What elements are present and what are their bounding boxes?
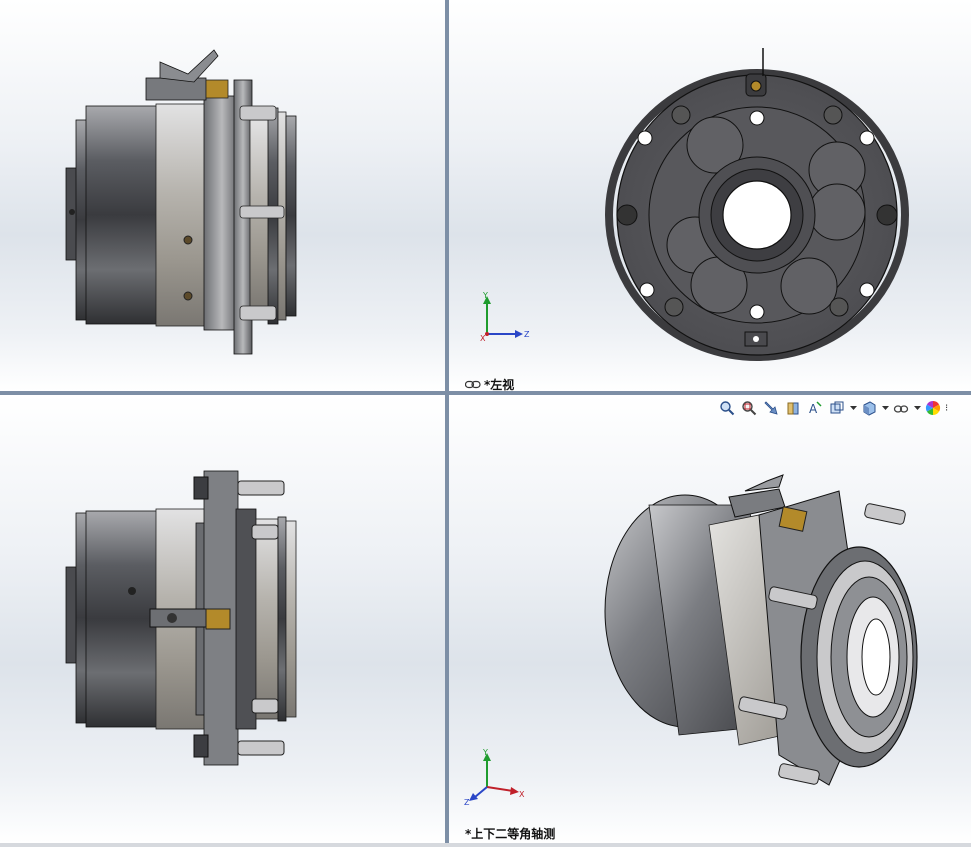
- axis-triad-iso: Y X Z: [464, 748, 525, 807]
- viewport-front[interactable]: [0, 0, 445, 391]
- zoom-to-fit-button[interactable]: [717, 399, 737, 417]
- view-orientation-button[interactable]: [827, 399, 847, 417]
- zoom-to-area-button[interactable]: [739, 399, 759, 417]
- view-name-iso: *上下二等角轴测: [465, 825, 555, 842]
- appearance-button[interactable]: [923, 399, 943, 417]
- viewport-left[interactable]: Y Z X *左视: [449, 0, 971, 391]
- zoom-to-fit-icon: [720, 401, 735, 416]
- toolbar-overflow[interactable]: ⁝: [945, 403, 953, 414]
- viewport-iso[interactable]: A ⁝ Y X Z *上下二等角轴测: [449, 395, 971, 843]
- dynamic-annotation-icon: A: [809, 401, 822, 416]
- zoom-to-area-icon: [742, 401, 757, 416]
- axis-y-label: Y: [482, 291, 488, 300]
- status-strip: [0, 843, 971, 847]
- view-label-text: *上下二等角轴测: [465, 827, 556, 841]
- heads-up-toolbar: A ⁝: [717, 399, 953, 417]
- viewport-top[interactable]: [0, 395, 445, 843]
- chevron-down-icon: [849, 406, 857, 410]
- view-orientation-icon: [830, 401, 844, 414]
- axis-triad: Y Z X: [480, 291, 530, 343]
- axis-x-label-iso: X: [519, 790, 525, 799]
- hide-show-dropdown[interactable]: [913, 399, 921, 417]
- previous-view-button[interactable]: [761, 399, 781, 417]
- view-name-left: *左视: [465, 376, 514, 391]
- axis-z-label: Z: [524, 330, 530, 339]
- view-label-text: *左视: [484, 378, 515, 391]
- link-views-icon[interactable]: [465, 380, 481, 389]
- hide-show-items-button[interactable]: [891, 399, 911, 417]
- chevron-down-icon: [913, 406, 921, 410]
- display-style-icon: [863, 401, 876, 416]
- section-view-icon: [787, 402, 799, 415]
- axis-y-label-iso: Y: [482, 748, 488, 757]
- view-orientation-dropdown[interactable]: [849, 399, 857, 417]
- cad-window: Y Z X *左视 A ⁝ Y X Z *上下二等角轴测: [0, 0, 971, 847]
- display-style-button[interactable]: [859, 399, 879, 417]
- chevron-down-icon: [881, 406, 889, 410]
- svg-text:A: A: [809, 402, 818, 416]
- axis-x-label: X: [480, 334, 486, 343]
- dynamic-annotation-button[interactable]: A: [805, 399, 825, 417]
- hide-show-items-icon: [893, 405, 909, 413]
- model-front-view: [65, 49, 297, 355]
- display-style-dropdown[interactable]: [881, 399, 889, 417]
- previous-view-icon: [764, 401, 778, 415]
- section-view-button[interactable]: [783, 399, 803, 417]
- axis-z-label-iso: Z: [464, 798, 470, 807]
- model-top-view: [65, 470, 297, 766]
- appearance-icon: [925, 400, 941, 416]
